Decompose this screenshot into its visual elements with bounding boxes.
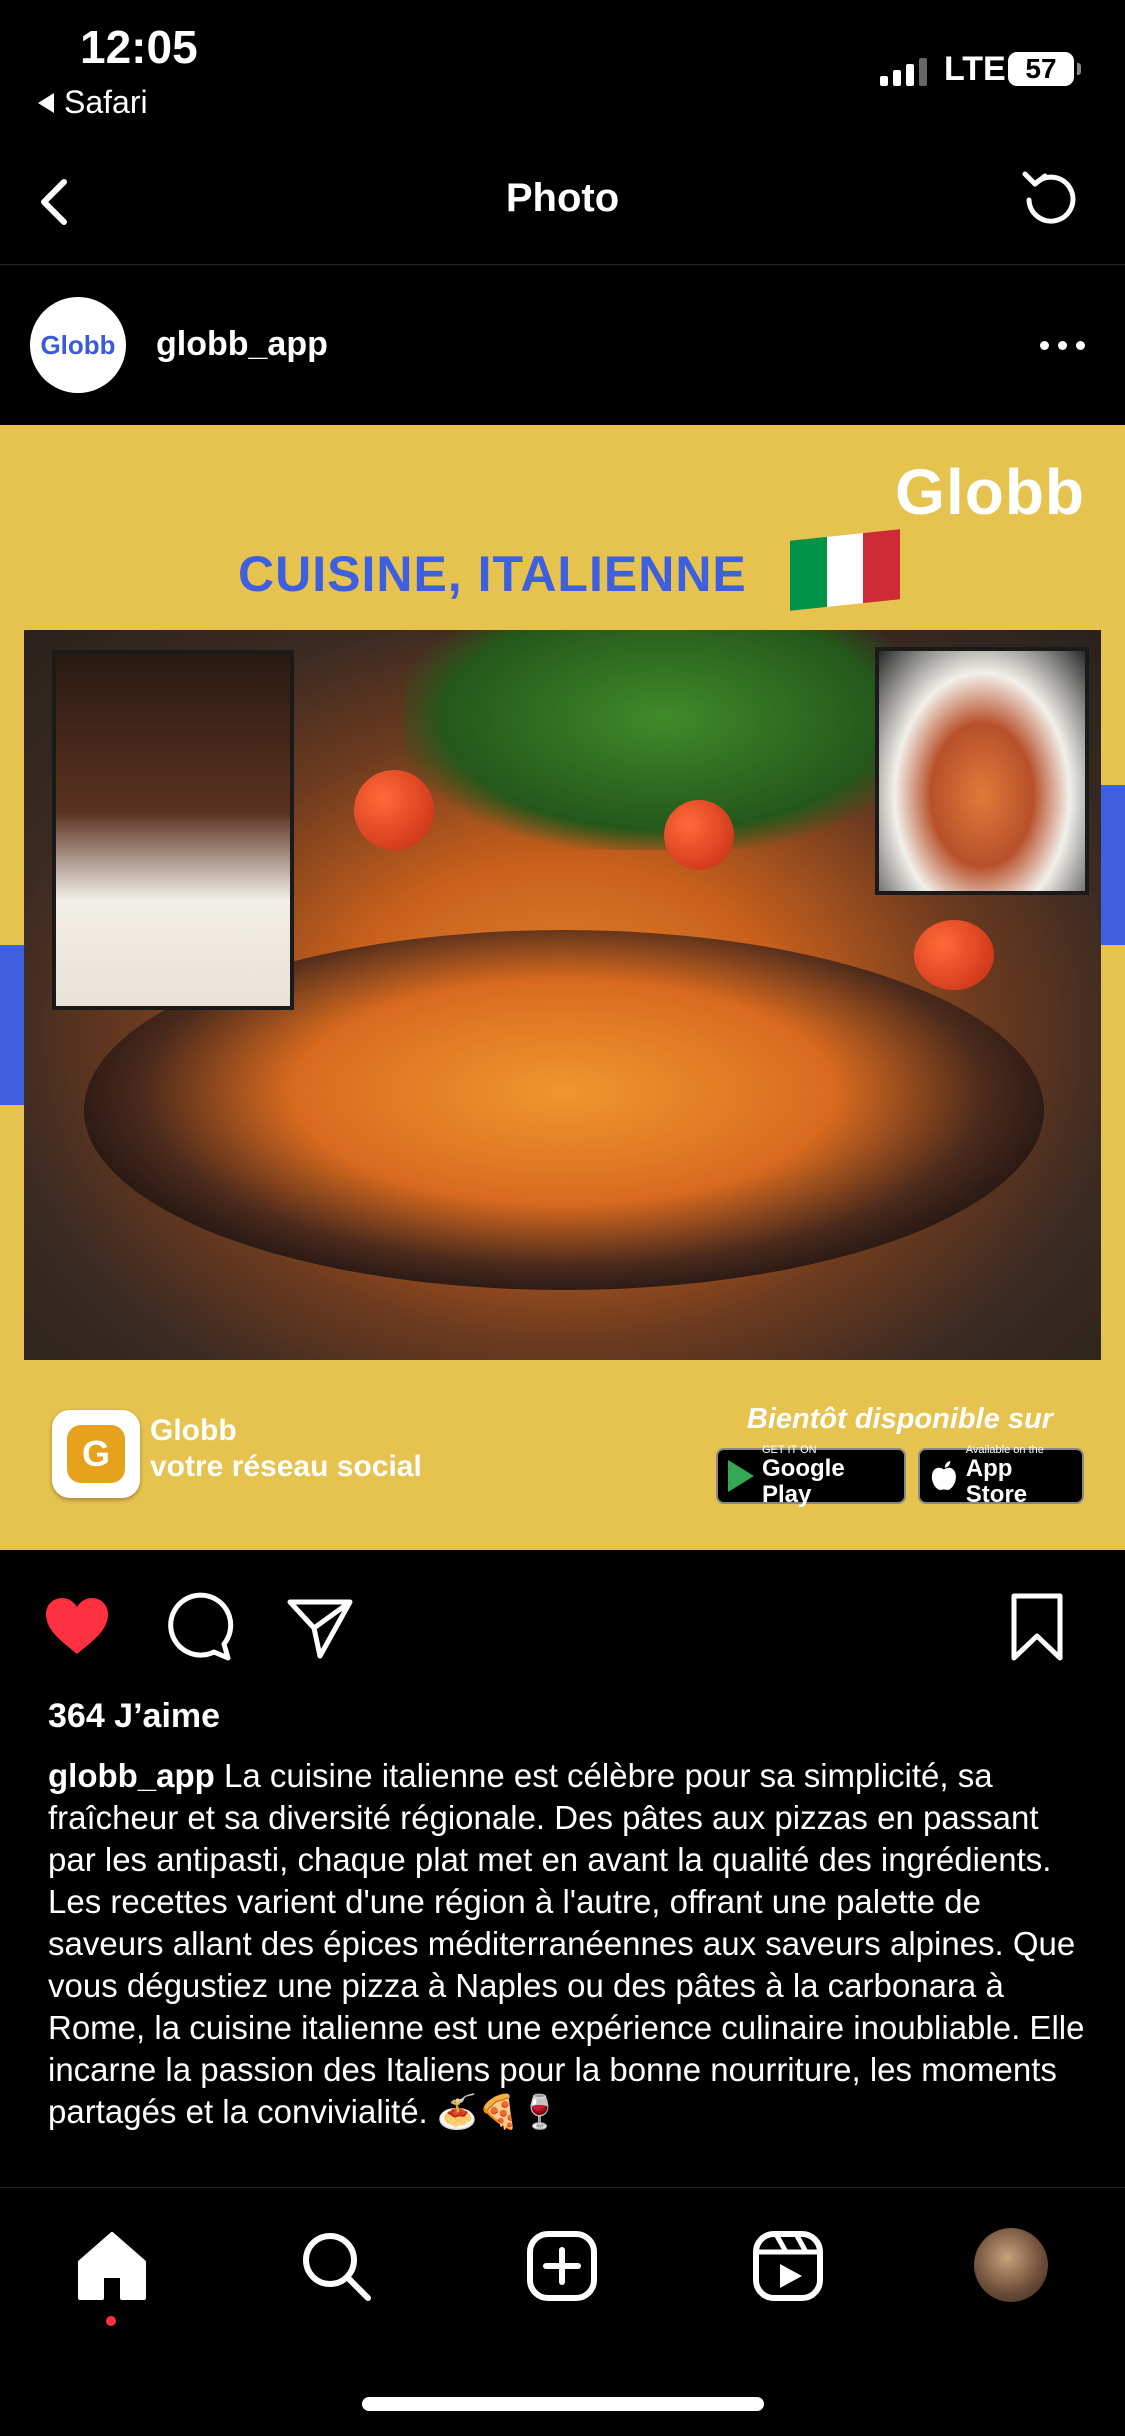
create-icon[interactable] xyxy=(522,2226,602,2306)
heart-icon[interactable] xyxy=(40,1590,114,1664)
profile-avatar[interactable] xyxy=(974,2228,1048,2302)
post-actions xyxy=(0,1560,1125,1690)
status-bar: 12:05 Safari LTE 57 xyxy=(0,0,1125,140)
flag-stripe-white xyxy=(826,533,864,607)
post-username[interactable]: globb_app xyxy=(156,325,328,364)
google-play-badge: GET IT ON Google Play xyxy=(716,1444,906,1508)
nav-bar: Photo xyxy=(0,150,1125,265)
network-label: LTE xyxy=(944,50,1006,88)
flag-stripe-red xyxy=(863,529,901,604)
active-tab-dot xyxy=(106,2316,116,2326)
caption-text: La cuisine italienne est célèbre pour sa… xyxy=(48,1757,1085,2130)
apple-icon xyxy=(931,1461,956,1490)
coming-soon-label: Bientôt disponible sur xyxy=(746,1403,1053,1435)
back-app-label: Safari xyxy=(64,84,148,120)
post-caption: globb_app La cuisine italienne est célèb… xyxy=(48,1755,1088,2133)
page-title: Photo xyxy=(505,176,620,220)
tomato xyxy=(664,800,734,870)
brand-logo: Globb xyxy=(895,456,1085,528)
google-play-big: Google Play xyxy=(762,1455,845,1508)
comment-icon[interactable] xyxy=(162,1590,236,1664)
home-indicator xyxy=(362,2397,764,2411)
likes-count[interactable]: 364 J’aime xyxy=(48,1697,220,1736)
status-time: 12:05 xyxy=(80,21,198,73)
google-play-icon xyxy=(728,1460,754,1492)
search-icon[interactable] xyxy=(296,2226,376,2306)
app-icon: G xyxy=(52,1410,140,1498)
app-tagline: votre réseau social xyxy=(150,1450,422,1483)
reels-icon[interactable] xyxy=(748,2226,828,2306)
flag-stripe-green xyxy=(790,536,827,611)
back-to-app-link[interactable]: Safari xyxy=(38,84,148,121)
refresh-icon[interactable] xyxy=(1015,164,1087,236)
tomato xyxy=(914,920,994,990)
image-headline: CUISINE, ITALIENNE xyxy=(238,546,747,602)
avatar[interactable]: Globb xyxy=(30,297,126,393)
avatar-logo-text: Globb xyxy=(40,329,116,360)
share-icon[interactable] xyxy=(282,1590,356,1664)
italian-flag-icon xyxy=(790,529,901,611)
decor-stripe-left xyxy=(0,945,24,1105)
parsley-background xyxy=(404,630,924,850)
post-image[interactable]: Globb CUISINE, ITALIENNE G Globb votre r… xyxy=(0,425,1125,1550)
bookmark-icon[interactable] xyxy=(1000,1590,1074,1664)
app-name-block: Globb votre réseau social xyxy=(150,1413,422,1485)
back-triangle-icon xyxy=(38,92,54,113)
decor-stripe-right xyxy=(1101,785,1125,945)
post-header: Globb globb_app xyxy=(0,265,1125,425)
caption-username[interactable]: globb_app xyxy=(48,1757,215,1794)
signal-icon xyxy=(880,56,927,86)
app-name: Globb xyxy=(150,1414,237,1447)
more-options-icon[interactable] xyxy=(1040,341,1085,350)
app-store-badge: Available on the App Store xyxy=(918,1444,1084,1508)
inset-photo-spaghetti xyxy=(875,647,1089,895)
home-icon[interactable] xyxy=(72,2226,152,2306)
inset-photo-lasagna xyxy=(52,650,294,1010)
app-store-big: App Store xyxy=(965,1455,1028,1508)
tomato xyxy=(354,770,434,850)
battery-icon: 57 xyxy=(1008,52,1081,86)
